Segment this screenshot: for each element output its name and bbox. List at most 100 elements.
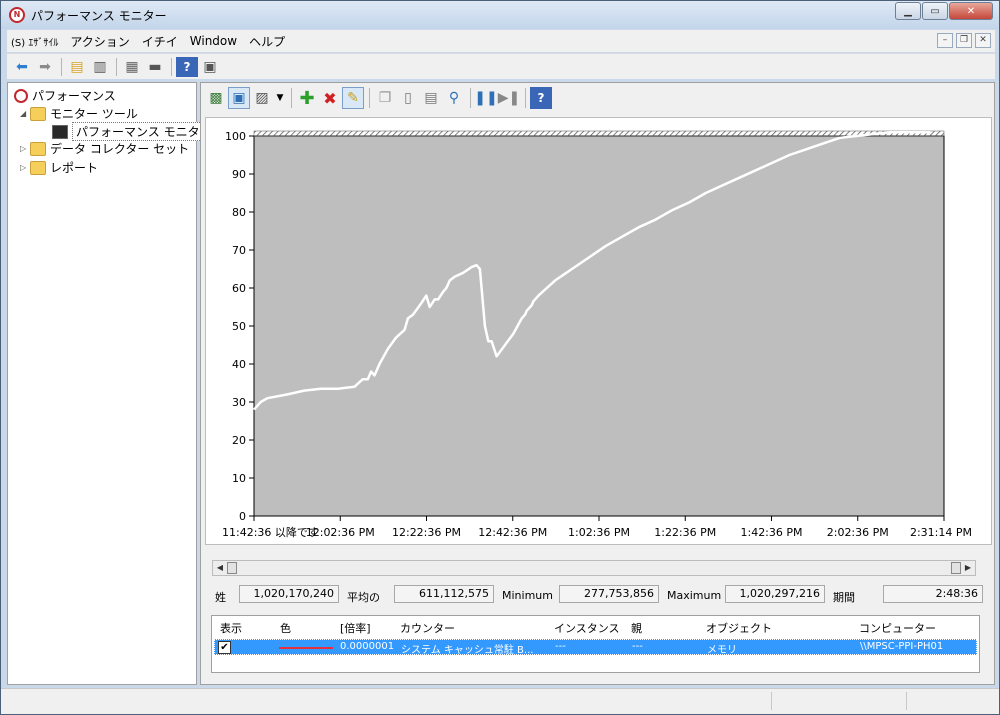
collapse-arrow-icon[interactable]: ◢: [20, 109, 30, 118]
toolbar-separator: [470, 88, 471, 108]
back-icon[interactable]: ⬅: [11, 57, 33, 77]
x-tick-label: 2:31:14 PM: [910, 526, 972, 539]
counter-row[interactable]: ✔ 0.0000001 システム キャッシュ常駐 B... --- --- メモ…: [214, 639, 977, 656]
copy-properties-icon[interactable]: ❐: [374, 87, 396, 109]
y-tick-label: 100: [225, 130, 246, 143]
add-counter-icon[interactable]: ✚: [296, 87, 318, 109]
average-label: 平均の: [347, 591, 380, 604]
graph-area[interactable]: 0 10 20 30 40 50 60 70 80 90 100 11:42:36 以降です 12:02…: [205, 117, 992, 545]
menu-bar: (S) ｴｻﾞｻｲﾙ アクション イチイ Window ヘルプ – ❐ ✕: [7, 30, 995, 52]
menu-view[interactable]: イチイ: [136, 33, 184, 50]
properties-icon[interactable]: ▤: [420, 87, 442, 109]
menu-help[interactable]: ヘルプ: [243, 33, 291, 50]
x-tick-label: 1:42:36 PM: [740, 526, 802, 539]
print-icon[interactable]: ▬: [144, 57, 166, 77]
main-toolbar: ⬅ ➡ ▤ ▥ ▦ ▬ ? ▣: [7, 53, 995, 79]
help-icon[interactable]: ?: [176, 56, 198, 77]
toolbar-separator: [291, 88, 292, 108]
properties-icon[interactable]: ▣: [199, 57, 221, 77]
header-computer[interactable]: コンピューター: [859, 620, 936, 636]
tree-label: モニター ツール: [50, 107, 138, 121]
title-bar[interactable]: N パフォーマンス モニター ▁ ▭ ✕: [1, 1, 999, 29]
tree-item-reports[interactable]: ▷ レポート: [20, 159, 98, 176]
expand-arrow-icon[interactable]: ▷: [20, 163, 30, 172]
y-tick-label: 30: [232, 396, 246, 409]
mdi-minimize-button[interactable]: –: [937, 33, 953, 48]
toolbar-separator: [61, 57, 62, 76]
expand-arrow-icon[interactable]: ▷: [20, 144, 30, 153]
scroll-right-arrow-icon[interactable]: ▶: [961, 561, 975, 575]
header-show[interactable]: 表示: [220, 620, 242, 636]
y-tick-label: 90: [232, 168, 246, 181]
x-tick-label: 1:02:36 PM: [568, 526, 630, 539]
x-tick-label: 1:22:36 PM: [654, 526, 716, 539]
view-log-data-icon[interactable]: ▣: [228, 87, 250, 109]
header-scale[interactable]: [倍率]: [340, 620, 371, 636]
mdi-close-button[interactable]: ✕: [975, 33, 991, 48]
change-graph-type-icon[interactable]: ▨: [251, 87, 273, 109]
help-icon[interactable]: ?: [530, 87, 552, 109]
plot-background: [253, 135, 945, 517]
duration-label: 期間: [833, 591, 855, 604]
tree-label: データ コレクター セット: [50, 142, 190, 156]
folder-icon: [30, 141, 46, 156]
delete-counter-icon[interactable]: ✖: [319, 87, 341, 109]
x-tick-label: 12:02:36 PM: [306, 526, 375, 539]
counter-parent: ---: [632, 641, 643, 652]
close-button[interactable]: ✕: [949, 2, 993, 20]
counter-scale: 0.0000001: [340, 641, 395, 652]
x-tick-label: 12:42:36 PM: [478, 526, 547, 539]
tree-item-monitor-tools[interactable]: ◢ モニター ツール: [20, 105, 138, 122]
paste-counter-list-icon[interactable]: ▯: [397, 87, 419, 109]
last-value: 1,020,170,240: [239, 585, 339, 603]
tree-label: レポート: [50, 161, 99, 175]
counter-legend-table: 表示 色 [倍率] カウンター インスタンス 親 オブジェクト コンピューター …: [211, 615, 980, 673]
tree-item-performance-monitor[interactable]: パフォーマンス モニター: [52, 122, 216, 141]
maximize-button[interactable]: ▭: [922, 2, 948, 20]
minimum-label: Minimum: [502, 589, 553, 602]
y-tick-label: 10: [232, 472, 246, 485]
legend-header-row: 表示 色 [倍率] カウンター インスタンス 親 オブジェクト コンピューター: [212, 616, 979, 637]
report-folder-icon: [30, 160, 46, 175]
toolbar-separator: [369, 88, 370, 108]
counter-instance: ---: [555, 641, 566, 652]
forward-icon[interactable]: ➡: [34, 57, 56, 77]
range-end-handle[interactable]: [951, 562, 961, 574]
header-parent[interactable]: 親: [631, 620, 642, 636]
show-counter-checkbox[interactable]: ✔: [218, 641, 231, 654]
counter-object: メモリ: [707, 645, 737, 656]
header-instance[interactable]: インスタンス: [554, 620, 620, 636]
scroll-left-arrow-icon[interactable]: ◀: [213, 561, 227, 575]
header-object[interactable]: オブジェクト: [706, 620, 772, 636]
show-hide-tree-icon[interactable]: ▥: [89, 57, 111, 77]
chevron-down-icon[interactable]: ▼: [274, 87, 286, 109]
menu-window[interactable]: Window: [184, 34, 243, 48]
time-range-scrollbar[interactable]: ◀ ▶: [212, 560, 976, 576]
menu-action[interactable]: アクション: [64, 33, 135, 50]
mdi-restore-button[interactable]: ❐: [956, 33, 972, 48]
statistics-bar: 姓 1,020,170,240 平均の 611,112,575 Minimum …: [212, 585, 992, 607]
minimize-button[interactable]: ▁: [895, 2, 921, 20]
update-data-icon[interactable]: ▶❚: [498, 87, 521, 109]
folder-icon: [30, 106, 46, 121]
y-tick-label: 50: [232, 320, 246, 333]
export-list-icon[interactable]: ▦: [121, 57, 143, 77]
tree-label: パフォーマンス: [32, 89, 116, 103]
toolbar-separator: [116, 57, 117, 76]
maximum-value: 1,020,297,216: [725, 585, 825, 603]
view-current-activity-icon[interactable]: ▩: [205, 87, 227, 109]
perfmon-window: N パフォーマンス モニター ▁ ▭ ✕ (S) ｴｻﾞｻｲﾙ アクション イチ…: [0, 0, 1000, 715]
zoom-icon[interactable]: ⚲: [443, 87, 465, 109]
highlight-icon[interactable]: ✎: [342, 87, 364, 109]
up-folder-icon[interactable]: ▤: [66, 57, 88, 77]
overflow-hatch-band: [253, 130, 945, 137]
range-start-handle[interactable]: [227, 562, 237, 574]
line-chart[interactable]: 0 10 20 30 40 50 60 70 80 90 100 11:42:36 以降です12:02…: [206, 118, 991, 544]
tree-item-performance[interactable]: パフォーマンス: [14, 87, 116, 104]
menu-file[interactable]: (S) ｴｻﾞｻｲﾙ: [7, 34, 64, 49]
freeze-display-icon[interactable]: ❚❚: [474, 87, 497, 109]
last-label: 姓: [215, 591, 226, 604]
tree-item-data-collector-sets[interactable]: ▷ データ コレクター セット: [20, 140, 189, 157]
header-counter[interactable]: カウンター: [400, 620, 455, 636]
header-color[interactable]: 色: [280, 620, 291, 636]
